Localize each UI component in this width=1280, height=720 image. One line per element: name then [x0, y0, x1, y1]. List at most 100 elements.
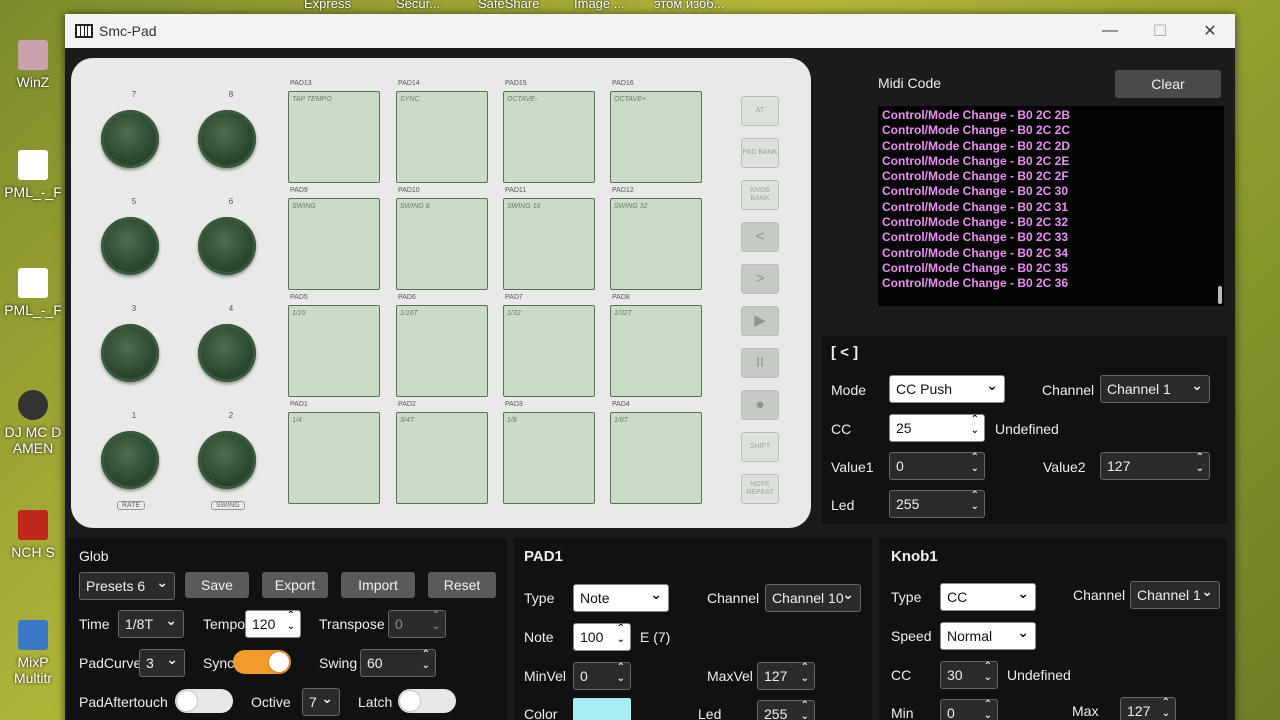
latch-label: Latch: [358, 694, 393, 710]
color-swatch[interactable]: [573, 698, 631, 720]
midi-line: Control/Mode Change - B0 2C 33: [882, 230, 1069, 245]
value2-label: Value2: [1043, 459, 1086, 475]
pad-1[interactable]: 1/4: [288, 412, 380, 504]
knob-bank-button[interactable]: KNOB BANK: [741, 180, 779, 210]
taskbar-item[interactable]: этом изоб...: [654, 0, 725, 11]
knob-channel-select[interactable]: Channel 1: [1130, 581, 1220, 609]
prev-button[interactable]: <: [741, 222, 779, 252]
pad-10[interactable]: SWING 8: [396, 198, 488, 290]
title-bar[interactable]: Smc-Pad — ☐ ✕: [65, 14, 1235, 48]
window-title: Smc-Pad: [99, 23, 157, 39]
speed-select[interactable]: Normal: [940, 622, 1036, 650]
min-label: Min: [891, 705, 914, 720]
pad-4[interactable]: 1/8T: [610, 412, 702, 504]
type-label: Type: [891, 589, 922, 605]
padcurve-select[interactable]: 3: [139, 649, 185, 677]
time-select[interactable]: 1/8T: [118, 610, 184, 638]
pad-led-spinbox[interactable]: 255: [757, 700, 815, 720]
scrollbar[interactable]: [1218, 286, 1222, 304]
desktop-icon[interactable]: PML_-_F: [0, 150, 66, 200]
mixpad-icon: [18, 620, 48, 650]
import-button[interactable]: Import: [341, 572, 415, 598]
maxvel-spinbox[interactable]: 127: [757, 662, 815, 690]
pad-15[interactable]: OCTAVE-: [503, 91, 595, 183]
pause-button[interactable]: II: [741, 348, 779, 378]
clear-button[interactable]: Clear: [1115, 70, 1221, 98]
knob-cc-spinbox[interactable]: 30: [940, 661, 998, 689]
led-spinbox[interactable]: 255: [889, 490, 985, 518]
pad-label: SWING 8: [400, 203, 430, 210]
pad-5[interactable]: 1/16: [288, 305, 380, 397]
record-button[interactable]: ●: [741, 390, 779, 420]
next-button[interactable]: >: [741, 264, 779, 294]
knob-5[interactable]: [101, 217, 159, 275]
pad-number: PAD16: [612, 80, 634, 87]
pad-16[interactable]: OCTAVE+: [610, 91, 702, 183]
mode-select[interactable]: CC Push: [889, 375, 1005, 403]
aftertouch-button[interactable]: AT: [741, 96, 779, 126]
knob-7[interactable]: [101, 110, 159, 168]
sync-toggle[interactable]: [233, 650, 291, 674]
desktop-icon[interactable]: NCH S: [0, 510, 66, 560]
pad-14[interactable]: SYNC: [396, 91, 488, 183]
pad-11[interactable]: SWING 16: [503, 198, 595, 290]
export-button[interactable]: Export: [262, 572, 328, 598]
transpose-spinbox[interactable]: 0: [388, 610, 446, 638]
knob-1[interactable]: [101, 431, 159, 489]
knob-2[interactable]: [198, 431, 256, 489]
swing-spinbox[interactable]: 60: [360, 649, 436, 677]
pad-number: PAD3: [505, 401, 523, 408]
pad-7[interactable]: 1/32: [503, 305, 595, 397]
knob-6[interactable]: [198, 217, 256, 275]
knob-8[interactable]: [198, 110, 256, 168]
preset-select[interactable]: Presets 6: [79, 572, 175, 600]
knob-3[interactable]: [101, 324, 159, 382]
save-button[interactable]: Save: [185, 572, 249, 598]
pad-12[interactable]: SWING 32: [610, 198, 702, 290]
pad-9[interactable]: SWING: [288, 198, 380, 290]
pad-8[interactable]: 1/32T: [610, 305, 702, 397]
knob-max-spinbox[interactable]: 127: [1120, 697, 1176, 720]
pad-3[interactable]: 1/8: [503, 412, 595, 504]
midi-log[interactable]: Control/Mode Change - B0 2C 2B Control/M…: [878, 106, 1224, 306]
cc-spinbox[interactable]: 25: [889, 414, 985, 442]
maximize-button[interactable]: ☐: [1135, 14, 1185, 48]
desktop-icon[interactable]: WinZ: [0, 40, 66, 90]
note-spinbox[interactable]: 100: [573, 623, 631, 651]
midi-line: Control/Mode Change - B0 2C 30: [882, 184, 1069, 199]
taskbar-item[interactable]: Secur...: [396, 0, 440, 11]
note-repeat-button[interactable]: NOTE REPEAT: [741, 474, 779, 504]
octive-select[interactable]: 7: [302, 688, 340, 716]
taskbar-item[interactable]: Express: [304, 0, 351, 11]
mode-label: Mode: [831, 382, 867, 398]
minvel-spinbox[interactable]: 0: [573, 662, 631, 690]
taskbar-item[interactable]: Image ...: [574, 0, 625, 11]
minimize-button[interactable]: —: [1085, 14, 1135, 48]
desktop-icon[interactable]: MixP Multitr: [0, 620, 66, 686]
desktop-icon[interactable]: PML_-_F: [0, 268, 66, 318]
pad-label: 1/16: [292, 310, 306, 317]
aftertouch-toggle[interactable]: [175, 689, 233, 713]
pad-6[interactable]: 1/16T: [396, 305, 488, 397]
pad-type-select[interactable]: Note: [573, 584, 669, 612]
pad-label: SWING 16: [507, 203, 541, 210]
pad-number: PAD1: [290, 401, 308, 408]
knob-4[interactable]: [198, 324, 256, 382]
play-button[interactable]: ▶: [741, 306, 779, 336]
pad-2[interactable]: 3/4T: [396, 412, 488, 504]
pad-bank-button[interactable]: PAD BANK: [741, 138, 779, 168]
close-button[interactable]: ✕: [1185, 14, 1235, 48]
desktop-icon[interactable]: DJ MC D AMEN: [0, 390, 66, 456]
value1-spinbox[interactable]: 0: [889, 452, 985, 480]
pad-channel-select[interactable]: Channel 10: [765, 584, 861, 612]
pad-13[interactable]: TAP TEMPO: [288, 91, 380, 183]
taskbar-item[interactable]: SafeShare: [478, 0, 539, 11]
value2-spinbox[interactable]: 127: [1100, 452, 1210, 480]
shift-button[interactable]: SHIFT: [741, 432, 779, 462]
knob-min-spinbox[interactable]: 0: [940, 699, 998, 720]
latch-toggle[interactable]: [398, 689, 456, 713]
channel-select[interactable]: Channel 1: [1100, 375, 1210, 403]
tempo-spinbox[interactable]: 120: [245, 610, 301, 638]
knob-type-select[interactable]: CC: [940, 583, 1036, 611]
reset-button[interactable]: Reset: [428, 572, 496, 598]
